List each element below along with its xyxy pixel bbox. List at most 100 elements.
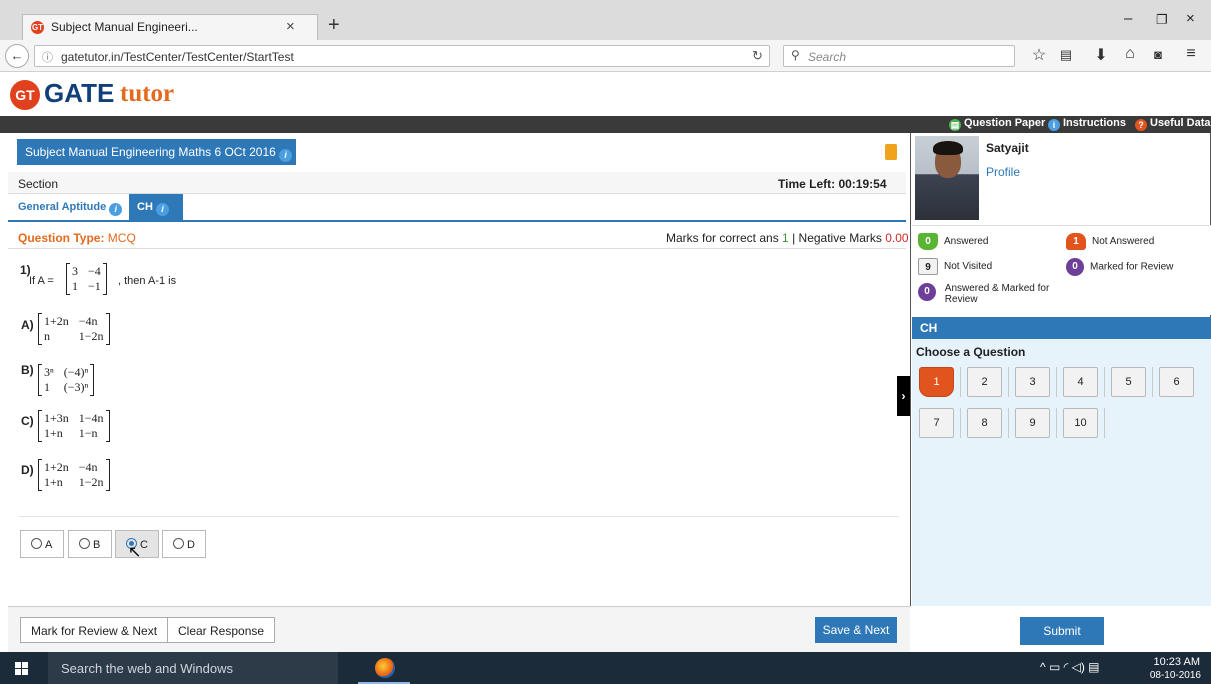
taskbar-search[interactable]: Search the web and Windows	[48, 652, 338, 684]
question-button[interactable]: 5	[1111, 367, 1146, 397]
option-c-label: C)	[21, 414, 34, 428]
question-button[interactable]: 7	[919, 408, 954, 438]
star-icon[interactable]: ☆	[1029, 45, 1049, 65]
question-button[interactable]: 8	[967, 408, 1002, 438]
useful-data-link[interactable]: ? Useful Data	[1135, 117, 1211, 131]
browser-tab[interactable]: GT Subject Manual Engineeri... ×	[22, 14, 318, 40]
tab-ch[interactable]: CH i	[129, 194, 183, 222]
section-tabs: General Aptitude i CH i	[8, 194, 906, 222]
search-input[interactable]: ⚲ Search	[783, 45, 1015, 67]
legend-label: Marked for Review	[1090, 261, 1174, 273]
answer-option-d[interactable]: D	[162, 530, 206, 558]
close-icon[interactable]: ×	[286, 18, 295, 35]
tab-title: Subject Manual Engineeri...	[51, 20, 198, 34]
question-prefix: If A =	[29, 275, 54, 287]
question-paper-label: Question Paper	[964, 117, 1046, 129]
favicon-icon: GT	[31, 21, 44, 34]
mark-review-next-button[interactable]: Mark for Review & Next	[20, 617, 169, 643]
avatar	[915, 136, 979, 220]
matrix-cell: 1+3n	[44, 411, 69, 425]
firefox-icon[interactable]	[375, 658, 395, 678]
save-next-button[interactable]: Save & Next	[815, 617, 897, 643]
option-c-matrix: 1+3n 1−4n 1+n 1−n	[38, 410, 110, 442]
top-links-bar: ▤ Question Paper i Instructions ? Useful Da…	[0, 116, 1211, 133]
question-button-current[interactable]: 1	[919, 367, 954, 397]
calculator-icon[interactable]	[885, 144, 897, 160]
legend-label: Not Visited	[944, 261, 993, 273]
question-button[interactable]: 9	[1015, 408, 1050, 438]
reading-list-icon[interactable]: ▤	[1056, 47, 1076, 63]
submit-button[interactable]: Submit	[1020, 617, 1104, 645]
not-visited-badge: 9	[918, 258, 938, 275]
matrix-cell: 1	[72, 279, 78, 293]
instructions-link[interactable]: i Instructions	[1048, 117, 1126, 131]
window-close-button[interactable]: ×	[1186, 10, 1195, 27]
question-paper-link[interactable]: ▤ Question Paper	[949, 117, 1045, 131]
clear-response-button[interactable]: Clear Response	[167, 617, 276, 643]
legend-not-visited: 9 Not Visited	[918, 258, 992, 275]
legend-not-answered: 1 Not Answered	[1066, 233, 1154, 250]
legend-label: Answered & Marked for Review	[945, 283, 1050, 305]
option-d-label: D)	[21, 463, 34, 477]
back-button[interactable]: ←	[5, 44, 29, 68]
question-type: Question Type: MCQ	[18, 231, 136, 245]
url-bar[interactable]: ⓘ gatetutor.in/TestCenter/TestCenter/Sta…	[34, 45, 770, 67]
option-b-label: B)	[21, 363, 34, 377]
right-panel: Satyajit Profile 0 Answered 1 Not Answered…	[910, 133, 1211, 606]
matrix-a: 3 −4 1 −1	[66, 263, 107, 295]
useful-data-label: Useful Data	[1150, 117, 1211, 129]
matrix-cell: −4n	[78, 460, 98, 474]
tab-label: CH	[137, 201, 153, 213]
home-icon[interactable]: ⌂	[1120, 45, 1140, 63]
info-icon[interactable]: i	[109, 203, 123, 216]
restore-button[interactable]: ❐	[1156, 12, 1168, 28]
marks-info: Marks for correct ans 1 | Negative Marks…	[666, 231, 909, 245]
answered-marked-badge: 0	[918, 283, 936, 301]
question-button[interactable]: 3	[1015, 367, 1050, 397]
option-a-matrix: 1+2n −4n n 1−2n	[38, 313, 110, 345]
clock-time[interactable]: 10:23 AM	[1152, 656, 1200, 668]
answer-option-a[interactable]: A	[20, 530, 64, 558]
legend-answered-marked: 0 Answered & Marked for Review	[918, 283, 1049, 305]
palette-row-2: 7 8 9 10	[919, 408, 1105, 438]
test-title: Subject Manual Engineering Maths 6 OCt 2…	[17, 139, 296, 165]
legend-label-line2: Review	[944, 294, 978, 305]
minimize-button[interactable]: –	[1124, 10, 1132, 27]
question-button[interactable]: 2	[967, 367, 1002, 397]
browser-tab-bar: GT Subject Manual Engineeri... × + – ❐ ×	[0, 0, 1211, 40]
new-tab-button[interactable]: +	[328, 15, 340, 35]
tab-general-aptitude[interactable]: General Aptitude i	[18, 201, 123, 216]
legend-label: Not Answered	[1092, 236, 1155, 248]
browser-nav-bar: ← ⓘ gatetutor.in/TestCenter/TestCenter/S…	[0, 40, 1211, 72]
menu-icon[interactable]: ≡	[1181, 45, 1201, 63]
palette-section-header: CH	[912, 317, 1211, 339]
section-row: Section Time Left: 00:19:54	[8, 172, 906, 194]
matrix-cell: 1+n	[44, 475, 63, 489]
answer-label: D	[187, 539, 195, 551]
info-icon[interactable]: i	[279, 149, 293, 162]
reload-icon[interactable]: ↻	[752, 48, 763, 64]
question-button[interactable]: 6	[1159, 367, 1194, 397]
windows-start-icon[interactable]	[15, 662, 29, 675]
collapse-panel-button[interactable]: ›	[897, 376, 910, 416]
pocket-icon[interactable]: ◙	[1148, 47, 1168, 62]
answered-badge: 0	[918, 233, 938, 250]
radio-button[interactable]	[173, 538, 184, 549]
choose-question-label: Choose a Question	[916, 345, 1026, 359]
system-tray-icons[interactable]: ^ ▭ ◜ ◁) ▤	[1040, 660, 1100, 674]
legend-label-line1: Answered & Marked for	[944, 283, 1050, 294]
marks-correct: 1	[782, 231, 789, 245]
answer-option-b[interactable]: B	[68, 530, 112, 558]
radio-button[interactable]	[79, 538, 90, 549]
question-button[interactable]: 10	[1063, 408, 1098, 438]
logo-badge: GT	[10, 80, 40, 110]
clock-date[interactable]: 08-10-2016	[1147, 670, 1201, 681]
profile-link[interactable]: Profile	[986, 165, 1020, 179]
radio-button[interactable]	[31, 538, 42, 549]
logo-text-gate: GATE	[44, 78, 115, 108]
download-icon[interactable]: ⬇	[1091, 45, 1111, 65]
info-icon[interactable]: i	[155, 203, 169, 216]
question-button[interactable]: 4	[1063, 367, 1098, 397]
info-icon[interactable]: ⓘ	[42, 49, 53, 65]
legend-answered: 0 Answered	[918, 233, 988, 250]
